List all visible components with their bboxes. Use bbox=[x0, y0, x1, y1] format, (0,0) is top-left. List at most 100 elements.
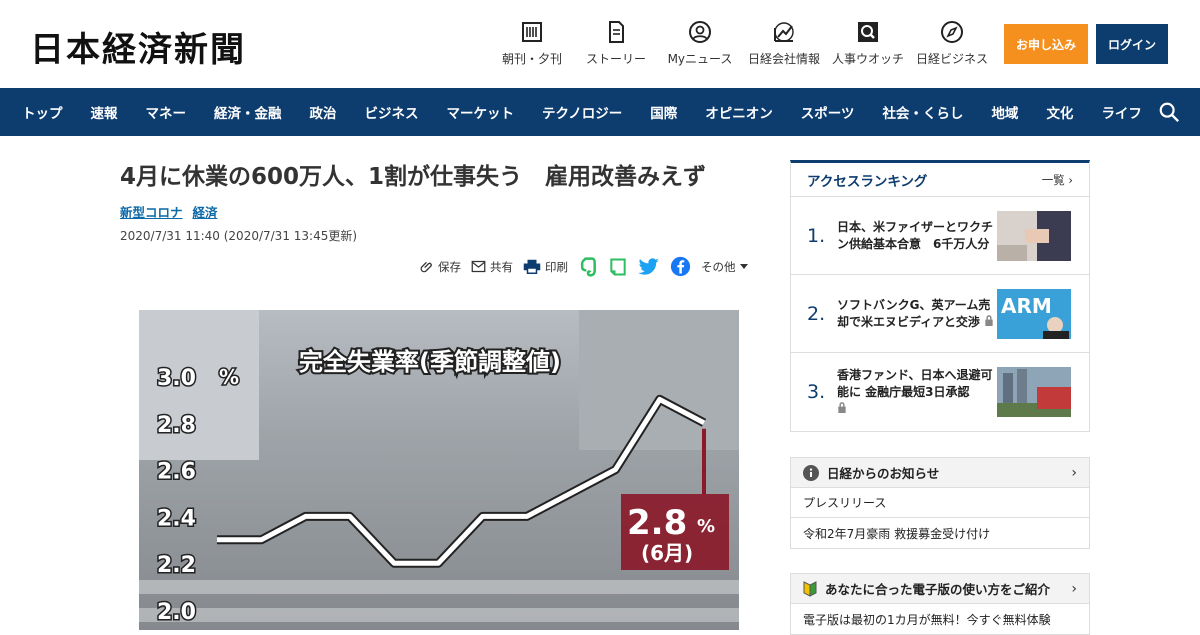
facebook-icon[interactable] bbox=[670, 256, 691, 277]
guide-title-wrap: あなたに合った電子版の使い方をご紹介 bbox=[803, 579, 1050, 598]
y-tick-label: 3.0 bbox=[157, 366, 196, 391]
tag-corona[interactable]: 新型コロナ bbox=[120, 202, 183, 221]
ranking-text: 日本、米ファイザーとワクチン供給基本合意 6千万人分 bbox=[837, 219, 994, 251]
more-label: その他 bbox=[701, 259, 736, 274]
ranking-number: 1. bbox=[807, 224, 826, 247]
ranking-item[interactable]: 3. 香港ファンド、日本へ退避可能に 金融庁最短3日承認 bbox=[791, 353, 1089, 431]
access-ranking: アクセスランキング 一覧 › 1. 日本、米ファイザーとワクチン供給基本合意 6… bbox=[790, 160, 1090, 432]
notice-item[interactable]: 令和2年7月豪雨 救援募金受け付け bbox=[791, 518, 1089, 548]
user-icon bbox=[689, 21, 711, 43]
ranking-more-label: 一覧 bbox=[1041, 172, 1065, 187]
chart-title: 完全失業率(季節調整値) bbox=[299, 348, 561, 376]
main-nav-item[interactable]: オピニオン bbox=[691, 102, 787, 122]
header-nav-label: 朝刊・夕刊 bbox=[501, 52, 562, 66]
notices-header[interactable]: 日経からのお知らせ › bbox=[791, 458, 1089, 488]
ranking-more-link[interactable]: 一覧 › bbox=[1042, 172, 1073, 188]
article-date: 2020/7/31 11:40 (2020/7/31 13:45更新) bbox=[120, 229, 358, 243]
ranking-item[interactable]: 1. 日本、米ファイザーとワクチン供給基本合意 6千万人分 bbox=[791, 197, 1089, 275]
main-nav-item[interactable]: ライフ bbox=[1087, 102, 1156, 122]
digital-guide: あなたに合った電子版の使い方をご紹介 › 電子版は最初の1カ月が無料！今すぐ無料… bbox=[790, 573, 1090, 635]
y-tick-label: 2.0 bbox=[157, 600, 196, 625]
magnifier-icon bbox=[858, 22, 878, 42]
ranking-title: アクセスランキング bbox=[807, 173, 928, 190]
main-nav-item[interactable]: スポーツ bbox=[787, 102, 869, 122]
ranking-item[interactable]: 2. ソフトバンクG、英アーム売却で米エヌビディアと交渉 ARM bbox=[791, 275, 1089, 353]
sidebar: アクセスランキング 一覧 › 1. 日本、米ファイザーとワクチン供給基本合意 6… bbox=[790, 160, 1090, 635]
main-nav-list: トップ 速報 マネー 経済・金融 政治 ビジネス マーケット テクノロジー 国際 オピニオン スポー… bbox=[0, 88, 1200, 136]
chevron-right-icon: › bbox=[1071, 464, 1077, 481]
ranking-header: アクセスランキング 一覧 › bbox=[791, 163, 1089, 197]
more-share-button[interactable]: その他 bbox=[701, 259, 748, 275]
header-nav-label: Myニュース bbox=[667, 52, 733, 66]
main-nav-item[interactable]: テクノロジー bbox=[528, 102, 636, 122]
main-nav-item[interactable]: 経済・金融 bbox=[200, 102, 296, 122]
article-header: 4月に休業の600万人、1割が仕事失う 雇用改善みえず 新型コロナ 経済 202… bbox=[120, 160, 760, 277]
y-tick-label: 2.4 bbox=[157, 506, 196, 531]
header-nav-nikkei-business[interactable]: 日経ビジネス bbox=[910, 20, 994, 67]
main-nav-item[interactable]: 地域 bbox=[977, 102, 1032, 122]
mail-share-button[interactable]: 共有 bbox=[471, 259, 513, 275]
notices-title: 日経からのお知らせ bbox=[827, 466, 940, 481]
main-nav-item[interactable]: マネー bbox=[132, 102, 201, 122]
header-nav-label: ストーリー bbox=[585, 52, 646, 66]
header-nav-label: 日経会社情報 bbox=[747, 52, 820, 66]
article-image: 完全失業率(季節調整値) % 3.0 2.8 2.6 2.4 2.2 2.0 2.8 % … bbox=[139, 310, 739, 630]
onenote-icon[interactable] bbox=[608, 257, 628, 277]
main-nav: トップ 速報 マネー 経済・金融 政治 ビジネス マーケット テクノロジー 国際 オピニオン スポー… bbox=[0, 88, 1200, 136]
main-nav-item[interactable]: 文化 bbox=[1032, 102, 1087, 122]
main-nav-item[interactable]: マーケット bbox=[433, 102, 529, 122]
chevron-right-icon: › bbox=[1071, 580, 1077, 597]
caret-down-icon bbox=[739, 264, 748, 269]
lock-icon bbox=[985, 314, 993, 326]
login-button[interactable]: ログイン bbox=[1096, 24, 1168, 64]
main-nav-item[interactable]: ビジネス bbox=[351, 102, 433, 122]
notices-title-wrap: 日経からのお知らせ bbox=[803, 463, 939, 482]
main-nav-item[interactable]: 社会・くらし bbox=[868, 102, 977, 122]
main-nav-item[interactable]: 政治 bbox=[296, 102, 351, 122]
stock-chart-icon bbox=[774, 22, 794, 42]
compass-icon bbox=[941, 21, 963, 43]
print-button[interactable]: 印刷 bbox=[523, 259, 568, 275]
ranking-thumbnail bbox=[997, 210, 1071, 261]
twitter-icon[interactable] bbox=[638, 257, 660, 276]
ranking-thumbnail: ARM bbox=[997, 288, 1071, 339]
nikkei-notices: 日経からのお知らせ › プレスリリース 令和2年7月豪雨 救援募金受け付け bbox=[790, 457, 1090, 549]
chart-ylabel: % bbox=[219, 365, 239, 389]
info-icon bbox=[803, 464, 819, 481]
guide-title: あなたに合った電子版の使い方をご紹介 bbox=[825, 582, 1051, 597]
ranking-text-body: ソフトバンクG、英アーム売却で米エヌビディアと交渉 bbox=[837, 297, 991, 329]
header-nav-company-info[interactable]: 日経会社情報 bbox=[742, 20, 826, 67]
printer-icon bbox=[523, 259, 541, 274]
book-icon bbox=[609, 21, 624, 43]
main-nav-item[interactable]: 国際 bbox=[636, 102, 691, 122]
main-nav-item[interactable]: 速報 bbox=[77, 102, 132, 122]
callout-unit: % bbox=[697, 516, 715, 537]
header-nav-story[interactable]: ストーリー bbox=[574, 20, 658, 67]
callout-note: (6月) bbox=[641, 541, 693, 565]
beginner-mark-icon bbox=[803, 580, 817, 597]
evernote-icon[interactable] bbox=[578, 256, 598, 277]
header-nav: 朝刊・夕刊 ストーリー Myニュース 日経会社情報 人事ウオッチ 日経ビジネス bbox=[490, 20, 994, 67]
newspaper-icon bbox=[522, 22, 542, 42]
ranking-thumbnail bbox=[997, 367, 1071, 417]
header-nav-label: 日経ビジネス bbox=[915, 52, 988, 66]
header-nav-newspaper[interactable]: 朝刊・夕刊 bbox=[490, 20, 574, 67]
thumb-arm-text: ARM bbox=[1001, 294, 1052, 318]
share-bar: 保存 共有 印刷 その他 bbox=[420, 256, 748, 277]
header-nav-mynews[interactable]: Myニュース bbox=[658, 20, 742, 67]
save-button[interactable]: 保存 bbox=[420, 259, 461, 275]
paperclip-icon bbox=[420, 261, 432, 272]
subscribe-button[interactable]: お申し込み bbox=[1004, 24, 1088, 64]
tag-economy[interactable]: 経済 bbox=[193, 202, 218, 221]
guide-header[interactable]: あなたに合った電子版の使い方をご紹介 › bbox=[791, 574, 1089, 604]
header-nav-label: 人事ウオッチ bbox=[831, 52, 904, 66]
mail-label: 共有 bbox=[490, 259, 513, 274]
notice-item[interactable]: プレスリリース bbox=[791, 488, 1089, 518]
search-icon[interactable] bbox=[1158, 101, 1180, 123]
ranking-text: 香港ファンド、日本へ退避可能に 金融庁最短3日承認 bbox=[837, 367, 995, 418]
site-logo[interactable]: 日本経済新聞 bbox=[30, 22, 246, 71]
header-nav-jinji-watch[interactable]: 人事ウオッチ bbox=[826, 20, 910, 67]
y-tick-label: 2.8 bbox=[157, 413, 196, 438]
ranking-number: 3. bbox=[807, 381, 826, 403]
main-nav-item[interactable]: トップ bbox=[8, 102, 77, 122]
